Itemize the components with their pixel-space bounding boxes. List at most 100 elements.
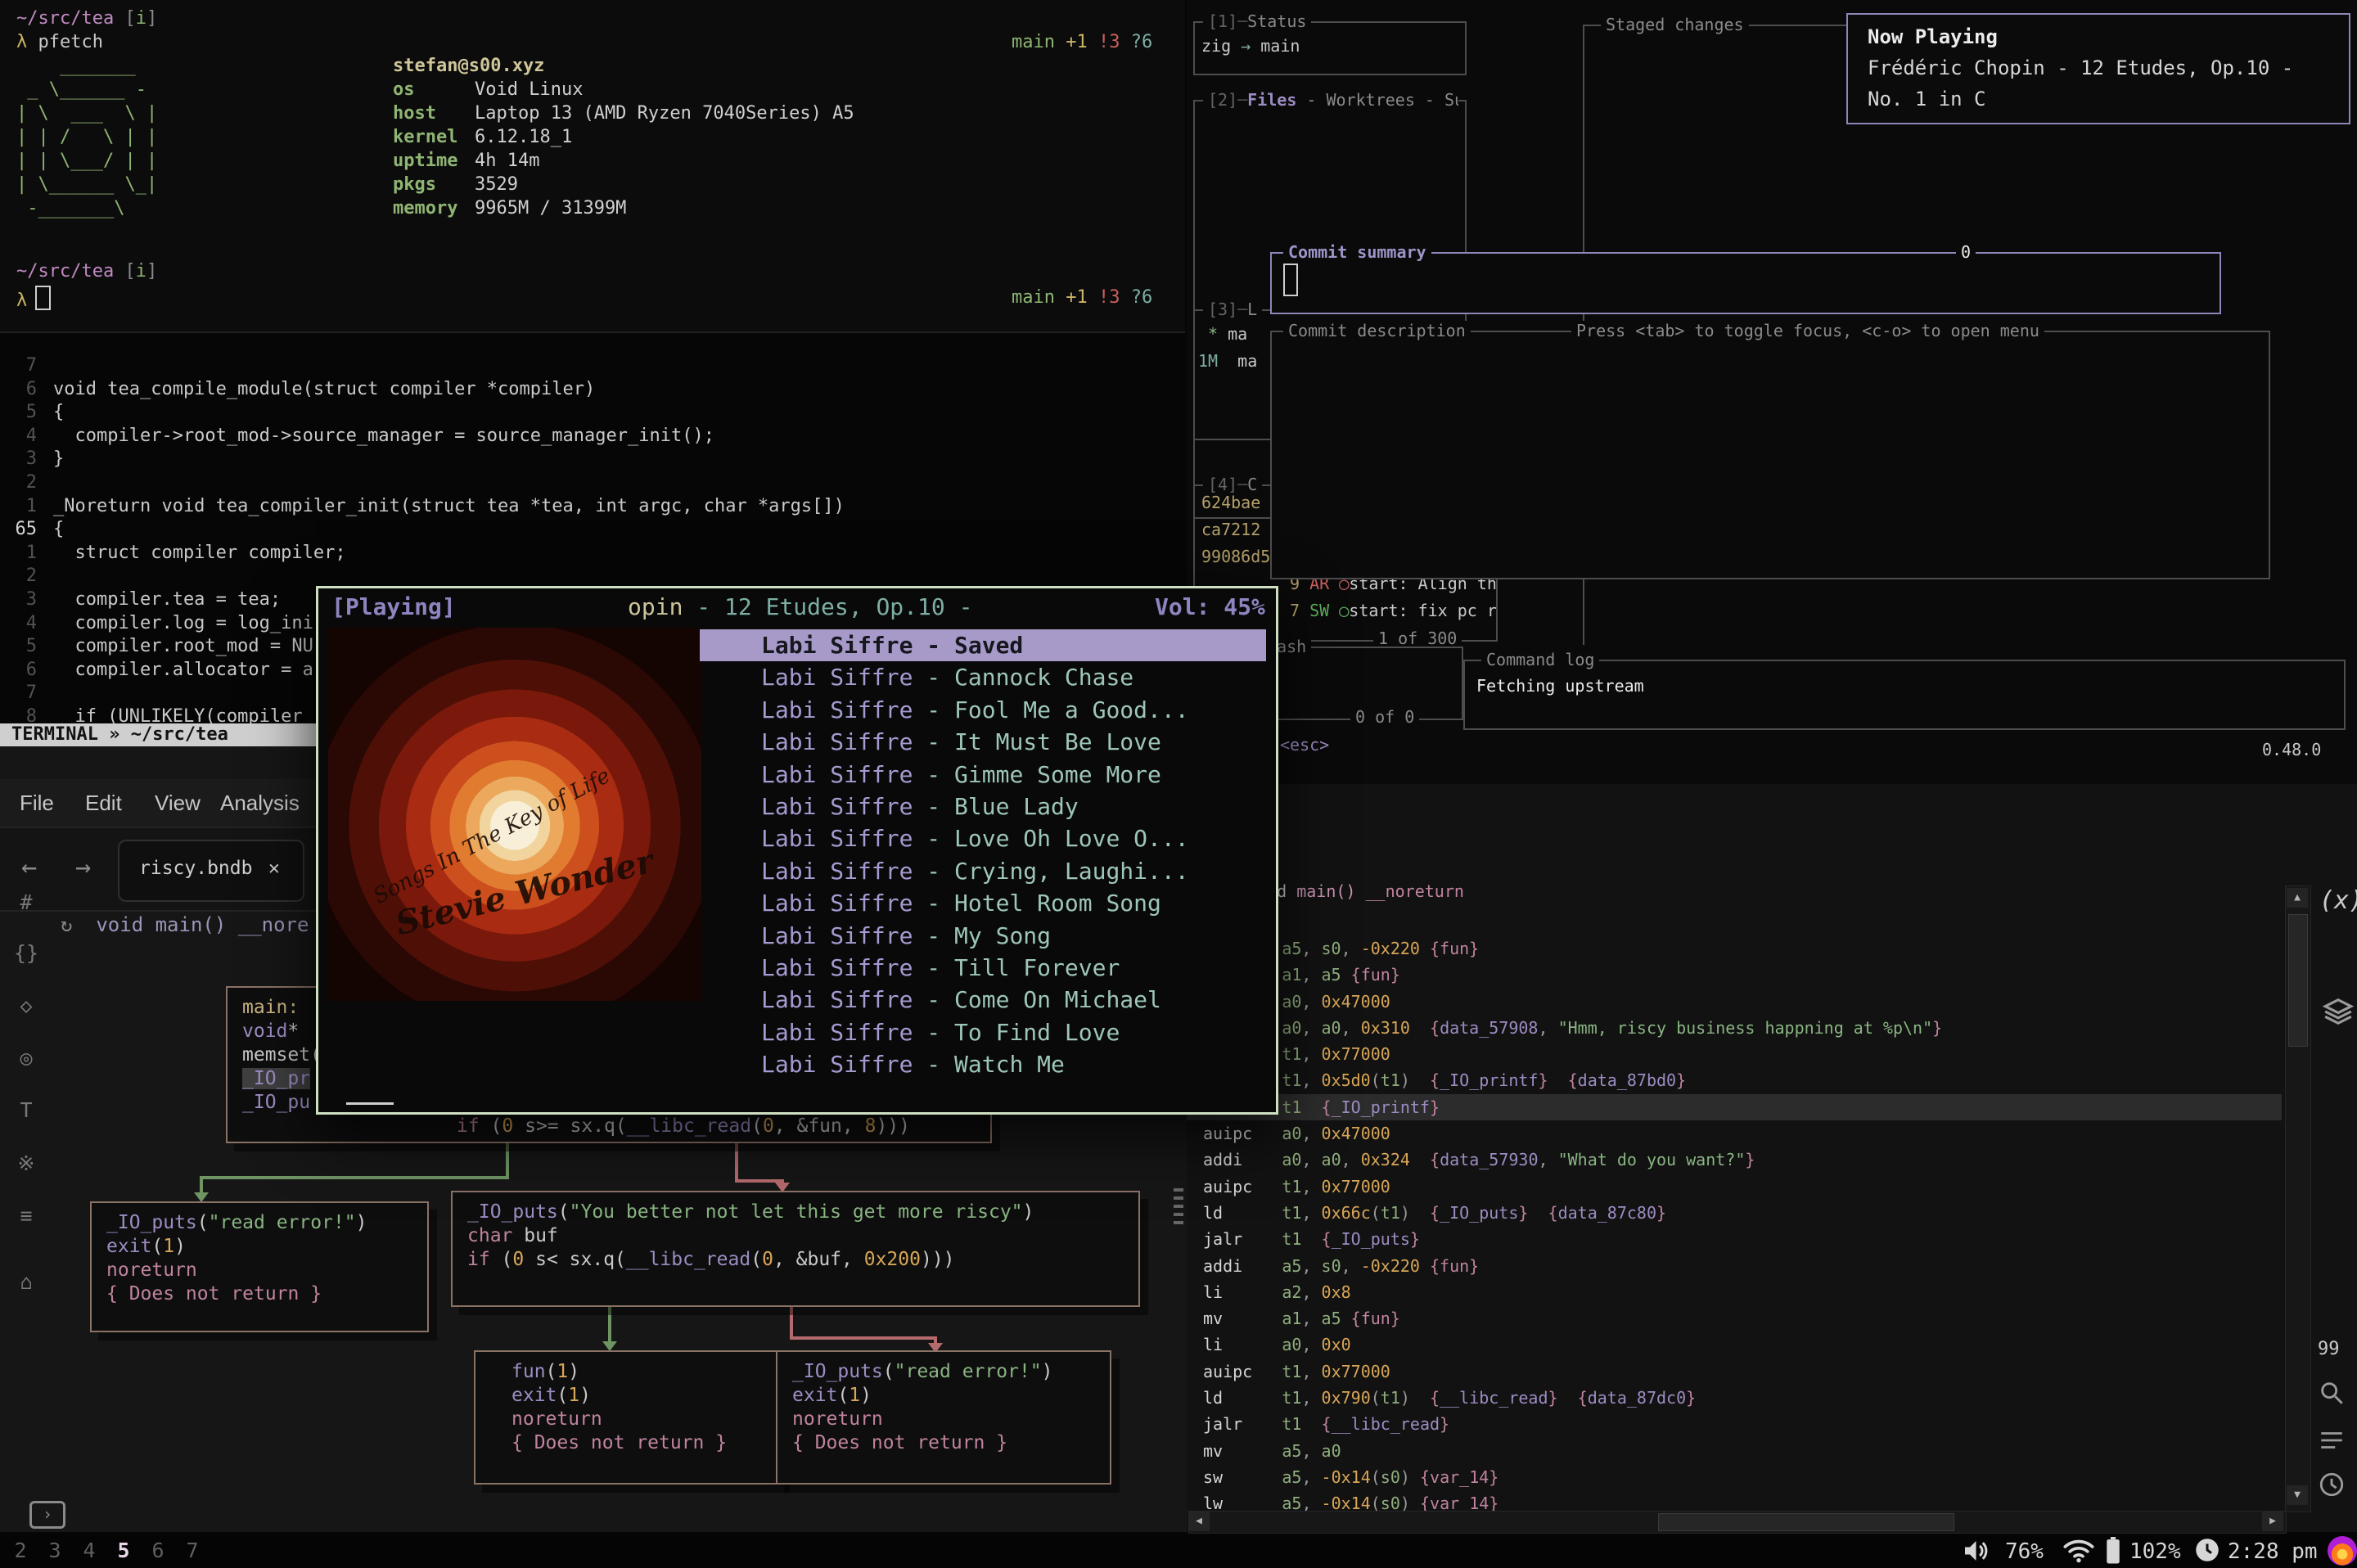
notification-title: Now Playing xyxy=(1868,21,1998,52)
pane-divider xyxy=(0,331,1185,333)
tab-label: riscy.bndb xyxy=(139,858,252,879)
staged-changes-title: Staged changes xyxy=(1601,15,1749,34)
workspace-switcher[interactable]: 234567 xyxy=(3,1539,210,1562)
clock-time: 2:28 pm xyxy=(2228,1539,2318,1564)
commit-summary-count: 0 xyxy=(1956,242,1976,262)
notification-line2: No. 1 in C xyxy=(1868,83,1986,115)
menu-analysis[interactable]: Analysis xyxy=(220,791,300,816)
graph-block-riscy[interactable]: _IO_puts("You better not let this get mo… xyxy=(451,1191,1140,1307)
bn-breadcrumb: ↻ void main() __nore xyxy=(61,913,309,936)
layers-icon[interactable] xyxy=(2323,996,2354,1034)
desktop: ~/src/tea [i] λ pfetch main +1 !3 ?6 ___… xyxy=(0,0,2357,1568)
edge-false-2 xyxy=(790,1305,793,1340)
function-signature: void main() __noreturn xyxy=(1247,878,1464,904)
branch-status: zig → main xyxy=(1201,36,1300,56)
pane-resize-handle[interactable] xyxy=(1174,1188,1183,1224)
playlist[interactable]: Labi Siffre - SavedLabi Siffre - Cannock… xyxy=(700,629,1266,1088)
types-icon[interactable]: {} xyxy=(8,941,44,965)
stack-icon[interactable]: ⌂ xyxy=(8,1270,44,1294)
menu-lines-icon[interactable] xyxy=(2318,1426,2346,1462)
distro-badge-icon[interactable] xyxy=(2328,1536,2357,1566)
scroll-left-icon[interactable]: ◀ xyxy=(1188,1512,1210,1531)
fastfetch-info: osVoid LinuxhostLaptop 13 (AMD Ryzen 704… xyxy=(393,78,854,220)
log-rows[interactable]: * ma1M ma xyxy=(1198,324,1257,378)
status-panel-title: [1]─Status xyxy=(1203,11,1311,31)
terminal-window[interactable]: ~/src/tea [i] λ pfetch main +1 !3 ?6 ___… xyxy=(0,0,1185,331)
status-bar: 234567 76% 102% 2:28 pm xyxy=(0,1534,2357,1568)
scroll-up-icon[interactable]: ▲ xyxy=(2287,888,2308,908)
wifi-icon[interactable] xyxy=(2062,1539,2095,1566)
history-icon[interactable] xyxy=(2318,1471,2346,1506)
git-status-right-prompt-1: main +1 !3 ?6 xyxy=(1012,30,1152,54)
disassembly-pane[interactable]: void main() __noreturn a5, s0, -0x220 {f… xyxy=(1187,782,2357,1532)
scroll-down-icon[interactable]: ▼ xyxy=(2287,1485,2308,1505)
album-art: Songs In The Key of Life Stevie Wonder xyxy=(328,628,701,1001)
function-variables-icon[interactable]: (x) xyxy=(2319,888,2357,914)
volume-icon[interactable] xyxy=(1963,1539,1992,1566)
search-icon[interactable] xyxy=(2318,1379,2346,1414)
scroll-right-icon[interactable]: ▶ xyxy=(2262,1512,2283,1531)
strings-icon[interactable]: T xyxy=(8,1098,44,1122)
tab-riscy-bndb[interactable]: riscy.bndb ✕ xyxy=(118,840,304,902)
terminal-prompt-lambda[interactable]: λ xyxy=(16,286,51,313)
hscroll-thumb[interactable] xyxy=(1658,1513,1954,1531)
commit-description-input[interactable] xyxy=(1270,331,2270,579)
files-panel-title: [2]─Files - Worktrees - Subm xyxy=(1203,90,1458,110)
battery-icon[interactable] xyxy=(2105,1537,2121,1568)
music-player-window[interactable]: [Playing] opin - 12 Etudes, Op.10 - Vol:… xyxy=(316,586,1278,1115)
now-playing-notification[interactable]: Now Playing Frédéric Chopin - 12 Etudes,… xyxy=(1846,13,2350,124)
nav-forward-icon[interactable]: → xyxy=(75,851,91,882)
menu-view[interactable]: View xyxy=(155,791,201,816)
commit-summary-title: Commit summary xyxy=(1283,242,1431,262)
gitui-version: 0.48.0 xyxy=(2262,740,2321,759)
minigraph-icon[interactable]: ≡ xyxy=(8,1204,44,1228)
xrefs-icon[interactable]: ※ xyxy=(8,1151,44,1175)
terminal-mode-bar: TERMINAL » ~/src/tea xyxy=(0,723,324,746)
command-log-content: Fetching upstream xyxy=(1476,676,1644,696)
nav-back-icon[interactable]: ← xyxy=(21,851,37,882)
tags-icon[interactable]: ◇ xyxy=(8,994,44,1017)
console-toggle-icon[interactable]: › xyxy=(29,1501,65,1529)
edge-false-2b xyxy=(790,1336,937,1340)
player-volume: Vol: 45% xyxy=(1155,593,1265,620)
edge-true-2 xyxy=(608,1305,611,1343)
terminal-prompt-2: ~/src/tea [i] xyxy=(16,259,157,283)
symbols-icon[interactable]: # xyxy=(8,890,44,914)
graph-block-read-error-left[interactable]: _IO_puts("read error!")exit(1)noreturn{ … xyxy=(90,1201,429,1332)
commit-description-title: Commit description xyxy=(1283,321,1471,340)
progress-indicator[interactable] xyxy=(346,1102,394,1105)
battery-percent: 102% xyxy=(2129,1539,2181,1564)
edge-true-1 xyxy=(506,1142,509,1178)
player-state: [Playing] xyxy=(331,593,456,620)
edge-true-1c xyxy=(200,1176,203,1194)
graph-block-read-error-right[interactable]: _IO_puts("read error!")exit(1)noreturn{ … xyxy=(776,1350,1111,1485)
terminal-prompt-1: ~/src/tea [i] xyxy=(16,7,157,30)
stash-count: 0 of 0 xyxy=(1350,707,1419,727)
fastfetch-logo: _______ _ \______ -| \ ___ \ || | / \ | … xyxy=(16,54,157,220)
edge-false-1 xyxy=(735,1142,738,1183)
log-panel-title: [3]─L xyxy=(1203,300,1262,319)
tab-close-icon[interactable]: ✕ xyxy=(268,858,280,879)
notification-line1: Frédéric Chopin - 12 Etudes, Op.10 - xyxy=(1868,52,2293,83)
command-log-title: Command log xyxy=(1481,650,1599,669)
focus-toggle-hint: Press <tab> to toggle focus, <c-o> to op… xyxy=(1571,321,2044,340)
vscroll-thumb[interactable] xyxy=(2288,914,2308,1047)
menu-file[interactable]: File xyxy=(20,791,54,816)
git-tui-window[interactable]: Staged changes [1]─Status zig → main [2]… xyxy=(1187,0,2357,784)
edge-true-1b xyxy=(200,1176,509,1179)
graph-block-fun-exit[interactable]: fun(1)exit(1)noreturn{ Does not return } xyxy=(474,1350,782,1485)
volume-percent: 76% xyxy=(2005,1539,2044,1564)
clock-icon xyxy=(2195,1538,2220,1566)
text-cursor xyxy=(1283,264,1298,296)
git-status-right-prompt-2: main +1 !3 ?6 xyxy=(1012,286,1152,309)
terminal-command: λ pfetch xyxy=(16,30,103,54)
disassembly-lines[interactable]: a5, s0, -0x220 {fun} a1, a5 {fun} a0, 0x… xyxy=(1203,935,2282,1517)
player-track-title: opin - 12 Etudes, Op.10 - xyxy=(628,593,972,620)
esc-hint: <esc> xyxy=(1280,735,1329,755)
notifications-badge[interactable]: 99 xyxy=(2318,1336,2340,1363)
commits-count: 1 of 300 xyxy=(1373,629,1462,648)
menu-edit[interactable]: Edit xyxy=(85,791,122,816)
memory-icon[interactable]: ◎ xyxy=(8,1046,44,1070)
fastfetch-user-host: stefan@s00.xyz xyxy=(393,54,544,78)
commits-panel-title: [4]─C xyxy=(1203,475,1262,494)
